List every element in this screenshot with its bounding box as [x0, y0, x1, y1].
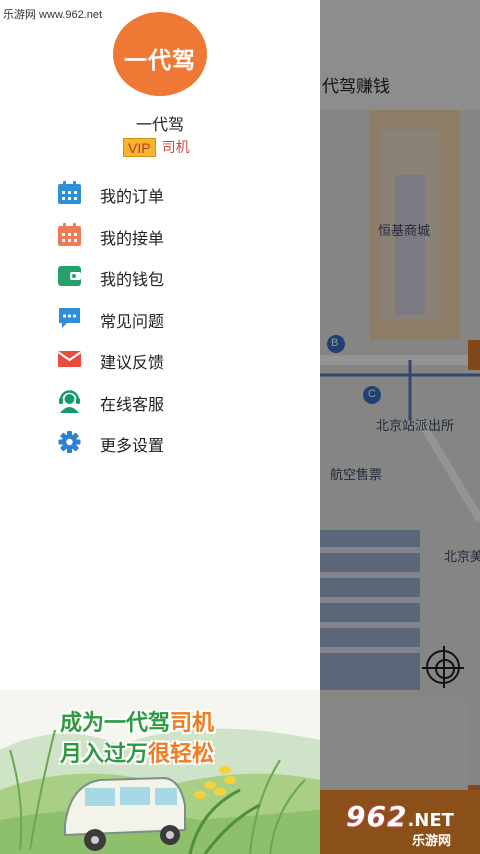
envelope-icon [57, 351, 82, 367]
menu-label: 我的订单 [100, 189, 165, 206]
wallet-icon [58, 266, 81, 286]
navigation-drawer: 一代驾 一代驾 VIP 司机 我的订单 我的接单 我的钱包 常见问题 建议反馈 … [0, 0, 320, 854]
promo-subheadline: 月入过万很轻松 [60, 736, 214, 768]
menu-label: 更多设置 [100, 438, 165, 455]
calendar-icon [58, 181, 81, 204]
menu-label: 我的接单 [100, 230, 165, 248]
site-watermark: 乐游网 www.962.net [3, 9, 103, 21]
promo-text-highlight: 司机 [170, 710, 215, 735]
menu-label: 常见问题 [100, 313, 165, 331]
vip-row: VIP 司机 [123, 137, 190, 157]
headset-agent-icon [59, 389, 80, 413]
app-logo: 一代驾 [113, 12, 207, 96]
site-watermark-logo: 962.NET 乐游网 [346, 800, 454, 848]
drawer-menu: 我的订单 我的接单 我的钱包 常见问题 建议反馈 在线客服 更多设置 [0, 172, 320, 463]
menu-label: 在线客服 [100, 396, 165, 414]
menu-item-online-service[interactable]: 在线客服 [0, 380, 320, 422]
promo-text: 成为一代驾 [60, 710, 171, 735]
promo-text-highlight: 很轻松 [148, 741, 215, 766]
user-role: 司机 [161, 139, 190, 155]
menu-item-more-settings[interactable]: 更多设置 [0, 421, 320, 463]
menu-label: 建议反馈 [100, 355, 165, 372]
vip-badge: VIP [123, 137, 156, 157]
chat-bubble-icon [59, 307, 80, 328]
menu-item-feedback[interactable]: 建议反馈 [0, 338, 320, 380]
watermark-net: .NET [407, 810, 454, 831]
gear-icon [58, 431, 81, 453]
promo-headline: 成为一代驾司机 [60, 705, 214, 737]
calendar-icon [58, 222, 81, 246]
promo-text: 月入过万 [60, 741, 149, 766]
app-logo-text: 一代驾 [124, 47, 196, 73]
watermark-cn: 乐游网 [412, 833, 452, 848]
menu-item-my-wallet[interactable]: 我的钱包 [0, 255, 320, 297]
menu-label: 我的钱包 [100, 272, 165, 289]
menu-item-my-orders[interactable]: 我的订单 [0, 172, 320, 214]
menu-item-faq[interactable]: 常见问题 [0, 297, 320, 339]
watermark-number: 962 [346, 800, 408, 833]
menu-item-my-accepted[interactable]: 我的接单 [0, 214, 320, 256]
user-name: 一代驾 [135, 117, 184, 134]
